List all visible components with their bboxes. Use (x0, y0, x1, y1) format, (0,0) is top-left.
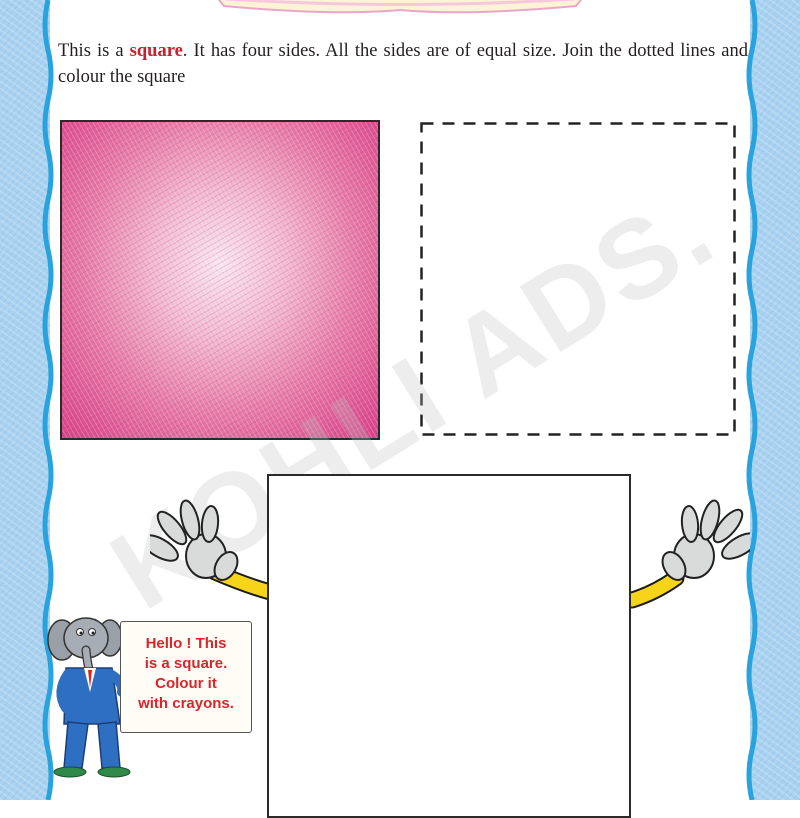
instruction-part-1: This is a (58, 41, 130, 61)
instruction-text: This is a square. It has four sides. All… (58, 38, 748, 90)
sign-line-2: is a square. (144, 655, 228, 672)
sign-line-4: with crayons. (138, 695, 234, 712)
right-border (746, 0, 800, 800)
sign-line-3: Colour it (155, 675, 217, 692)
keyword-square: square (129, 41, 183, 61)
dotted-square-tracing[interactable] (420, 122, 736, 436)
coloured-square-example (60, 120, 380, 440)
hello-sign: Hello ! This is a square. Colour it with… (120, 621, 252, 733)
right-glove-icon (661, 499, 750, 581)
title-banner (217, 0, 583, 14)
sign-line-1: Hello ! This (145, 635, 227, 652)
square-to-colour[interactable] (267, 474, 631, 818)
left-glove-icon (150, 499, 239, 581)
left-border (0, 0, 54, 800)
